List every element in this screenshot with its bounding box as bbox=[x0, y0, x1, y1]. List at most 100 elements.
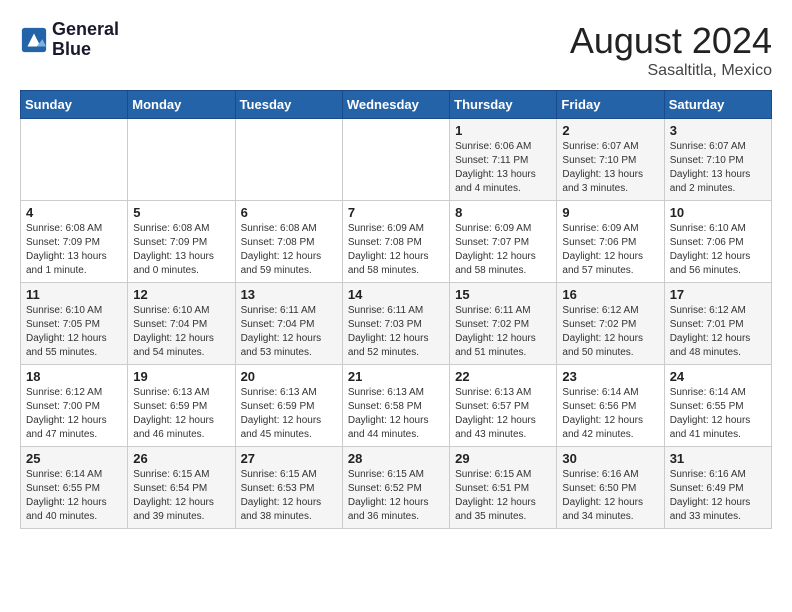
day-number: 18 bbox=[26, 369, 122, 384]
day-number: 11 bbox=[26, 287, 122, 302]
calendar-week-row: 11Sunrise: 6:10 AM Sunset: 7:05 PM Dayli… bbox=[21, 283, 772, 365]
calendar-cell bbox=[342, 119, 449, 201]
day-content: Sunrise: 6:12 AM Sunset: 7:00 PM Dayligh… bbox=[26, 386, 122, 442]
day-number: 29 bbox=[455, 451, 551, 466]
calendar-cell: 25Sunrise: 6:14 AM Sunset: 6:55 PM Dayli… bbox=[21, 447, 128, 529]
calendar-cell: 12Sunrise: 6:10 AM Sunset: 7:04 PM Dayli… bbox=[128, 283, 235, 365]
day-content: Sunrise: 6:13 AM Sunset: 6:59 PM Dayligh… bbox=[133, 386, 229, 442]
logo-line1: General bbox=[52, 20, 119, 40]
day-content: Sunrise: 6:12 AM Sunset: 7:02 PM Dayligh… bbox=[562, 304, 658, 360]
calendar-cell: 29 Sunrise: 6:15 AM Sunset: 6:51 PM Dayli… bbox=[450, 447, 557, 529]
calendar-cell: 21Sunrise: 6:13 AM Sunset: 6:58 PM Dayli… bbox=[342, 365, 449, 447]
day-content: Sunrise: 6:14 AM Sunset: 6:55 PM Dayligh… bbox=[670, 386, 766, 442]
day-content: Sunrise: 6:16 AM Sunset: 6:50 PM Dayligh… bbox=[562, 468, 658, 524]
month-title: August 2024 bbox=[570, 20, 772, 62]
calendar-cell: 28Sunrise: 6:15 AM Sunset: 6:52 PM Dayli… bbox=[342, 447, 449, 529]
day-number: 27 bbox=[241, 451, 337, 466]
day-number: 24 bbox=[670, 369, 766, 384]
day-content: Sunrise: 6:15 AM Sunset: 6:54 PM Dayligh… bbox=[133, 468, 229, 524]
day-number: 9 bbox=[562, 205, 658, 220]
day-content: Sunrise: 6:09 AM Sunset: 7:06 PM Dayligh… bbox=[562, 222, 658, 278]
calendar-cell: 19 Sunrise: 6:13 AM Sunset: 6:59 PM Dayli… bbox=[128, 365, 235, 447]
day-number: 3 bbox=[670, 123, 766, 138]
day-header-sunday: Sunday bbox=[21, 91, 128, 119]
day-header-friday: Friday bbox=[557, 91, 664, 119]
day-header-tuesday: Tuesday bbox=[235, 91, 342, 119]
calendar-cell: 27 Sunrise: 6:15 AM Sunset: 6:53 PM Dayli… bbox=[235, 447, 342, 529]
calendar-cell bbox=[21, 119, 128, 201]
day-number: 4 bbox=[26, 205, 122, 220]
day-content: Sunrise: 6:07 AM Sunset: 7:10 PM Dayligh… bbox=[670, 140, 766, 196]
location-title: Sasaltitla, Mexico bbox=[570, 62, 772, 80]
day-content: Sunrise: 6:10 AM Sunset: 7:04 PM Dayligh… bbox=[133, 304, 229, 360]
day-content: Sunrise: 6:16 AM Sunset: 6:49 PM Dayligh… bbox=[670, 468, 766, 524]
calendar-cell: 17Sunrise: 6:12 AM Sunset: 7:01 PM Dayli… bbox=[664, 283, 771, 365]
day-number: 10 bbox=[670, 205, 766, 220]
calendar-cell: 1 Sunrise: 6:06 AM Sunset: 7:11 PM Daylig… bbox=[450, 119, 557, 201]
calendar-cell: 7 Sunrise: 6:09 AM Sunset: 7:08 PM Daylig… bbox=[342, 201, 449, 283]
page-header: General Blue August 2024 Sasaltitla, Mex… bbox=[20, 20, 772, 80]
calendar-cell: 11Sunrise: 6:10 AM Sunset: 7:05 PM Dayli… bbox=[21, 283, 128, 365]
day-content: Sunrise: 6:06 AM Sunset: 7:11 PM Dayligh… bbox=[455, 140, 551, 196]
calendar-cell: 16 Sunrise: 6:12 AM Sunset: 7:02 PM Dayli… bbox=[557, 283, 664, 365]
calendar-cell: 4 Sunrise: 6:08 AM Sunset: 7:09 PM Daylig… bbox=[21, 201, 128, 283]
day-number: 2 bbox=[562, 123, 658, 138]
day-content: Sunrise: 6:09 AM Sunset: 7:08 PM Dayligh… bbox=[348, 222, 444, 278]
day-header-monday: Monday bbox=[128, 91, 235, 119]
day-content: Sunrise: 6:15 AM Sunset: 6:52 PM Dayligh… bbox=[348, 468, 444, 524]
calendar-cell: 30 Sunrise: 6:16 AM Sunset: 6:50 PM Dayli… bbox=[557, 447, 664, 529]
calendar-cell: 9 Sunrise: 6:09 AM Sunset: 7:06 PM Daylig… bbox=[557, 201, 664, 283]
calendar-cell: 3 Sunrise: 6:07 AM Sunset: 7:10 PM Daylig… bbox=[664, 119, 771, 201]
day-content: Sunrise: 6:11 AM Sunset: 7:04 PM Dayligh… bbox=[241, 304, 337, 360]
day-number: 1 bbox=[455, 123, 551, 138]
day-number: 16 bbox=[562, 287, 658, 302]
day-content: Sunrise: 6:13 AM Sunset: 6:58 PM Dayligh… bbox=[348, 386, 444, 442]
calendar-cell: 26 Sunrise: 6:15 AM Sunset: 6:54 PM Dayli… bbox=[128, 447, 235, 529]
calendar-week-row: 1 Sunrise: 6:06 AM Sunset: 7:11 PM Daylig… bbox=[21, 119, 772, 201]
day-content: Sunrise: 6:15 AM Sunset: 6:51 PM Dayligh… bbox=[455, 468, 551, 524]
calendar-cell: 2Sunrise: 6:07 AM Sunset: 7:10 PM Daylig… bbox=[557, 119, 664, 201]
day-content: Sunrise: 6:15 AM Sunset: 6:53 PM Dayligh… bbox=[241, 468, 337, 524]
calendar-cell: 14 Sunrise: 6:11 AM Sunset: 7:03 PM Dayli… bbox=[342, 283, 449, 365]
calendar-cell: 24 Sunrise: 6:14 AM Sunset: 6:55 PM Dayli… bbox=[664, 365, 771, 447]
logo: General Blue bbox=[20, 20, 119, 60]
day-content: Sunrise: 6:08 AM Sunset: 7:09 PM Dayligh… bbox=[26, 222, 122, 278]
day-number: 23 bbox=[562, 369, 658, 384]
day-content: Sunrise: 6:14 AM Sunset: 6:56 PM Dayligh… bbox=[562, 386, 658, 442]
day-number: 15 bbox=[455, 287, 551, 302]
day-content: Sunrise: 6:09 AM Sunset: 7:07 PM Dayligh… bbox=[455, 222, 551, 278]
day-number: 31 bbox=[670, 451, 766, 466]
day-header-wednesday: Wednesday bbox=[342, 91, 449, 119]
calendar-week-row: 18 Sunrise: 6:12 AM Sunset: 7:00 PM Dayli… bbox=[21, 365, 772, 447]
day-number: 7 bbox=[348, 205, 444, 220]
logo-line2: Blue bbox=[52, 40, 119, 60]
day-header-thursday: Thursday bbox=[450, 91, 557, 119]
calendar-cell bbox=[128, 119, 235, 201]
title-area: August 2024 Sasaltitla, Mexico bbox=[570, 20, 772, 80]
calendar-table: SundayMondayTuesdayWednesdayThursdayFrid… bbox=[20, 90, 772, 529]
calendar-header-row: SundayMondayTuesdayWednesdayThursdayFrid… bbox=[21, 91, 772, 119]
day-number: 5 bbox=[133, 205, 229, 220]
day-number: 26 bbox=[133, 451, 229, 466]
calendar-cell bbox=[235, 119, 342, 201]
calendar-cell: 31 Sunrise: 6:16 AM Sunset: 6:49 PM Dayli… bbox=[664, 447, 771, 529]
day-number: 19 bbox=[133, 369, 229, 384]
calendar-cell: 23 Sunrise: 6:14 AM Sunset: 6:56 PM Dayli… bbox=[557, 365, 664, 447]
calendar-cell: 18 Sunrise: 6:12 AM Sunset: 7:00 PM Dayli… bbox=[21, 365, 128, 447]
day-number: 6 bbox=[241, 205, 337, 220]
day-content: Sunrise: 6:11 AM Sunset: 7:02 PM Dayligh… bbox=[455, 304, 551, 360]
day-number: 14 bbox=[348, 287, 444, 302]
day-content: Sunrise: 6:11 AM Sunset: 7:03 PM Dayligh… bbox=[348, 304, 444, 360]
calendar-cell: 20Sunrise: 6:13 AM Sunset: 6:59 PM Dayli… bbox=[235, 365, 342, 447]
calendar-cell: 10Sunrise: 6:10 AM Sunset: 7:06 PM Dayli… bbox=[664, 201, 771, 283]
day-content: Sunrise: 6:08 AM Sunset: 7:09 PM Dayligh… bbox=[133, 222, 229, 278]
calendar-cell: 8Sunrise: 6:09 AM Sunset: 7:07 PM Daylig… bbox=[450, 201, 557, 283]
day-header-saturday: Saturday bbox=[664, 91, 771, 119]
calendar-cell: 15 Sunrise: 6:11 AM Sunset: 7:02 PM Dayli… bbox=[450, 283, 557, 365]
day-number: 30 bbox=[562, 451, 658, 466]
logo-icon bbox=[20, 26, 48, 54]
calendar-cell: 6Sunrise: 6:08 AM Sunset: 7:08 PM Daylig… bbox=[235, 201, 342, 283]
day-number: 20 bbox=[241, 369, 337, 384]
calendar-cell: 5 Sunrise: 6:08 AM Sunset: 7:09 PM Daylig… bbox=[128, 201, 235, 283]
calendar-cell: 13Sunrise: 6:11 AM Sunset: 7:04 PM Dayli… bbox=[235, 283, 342, 365]
